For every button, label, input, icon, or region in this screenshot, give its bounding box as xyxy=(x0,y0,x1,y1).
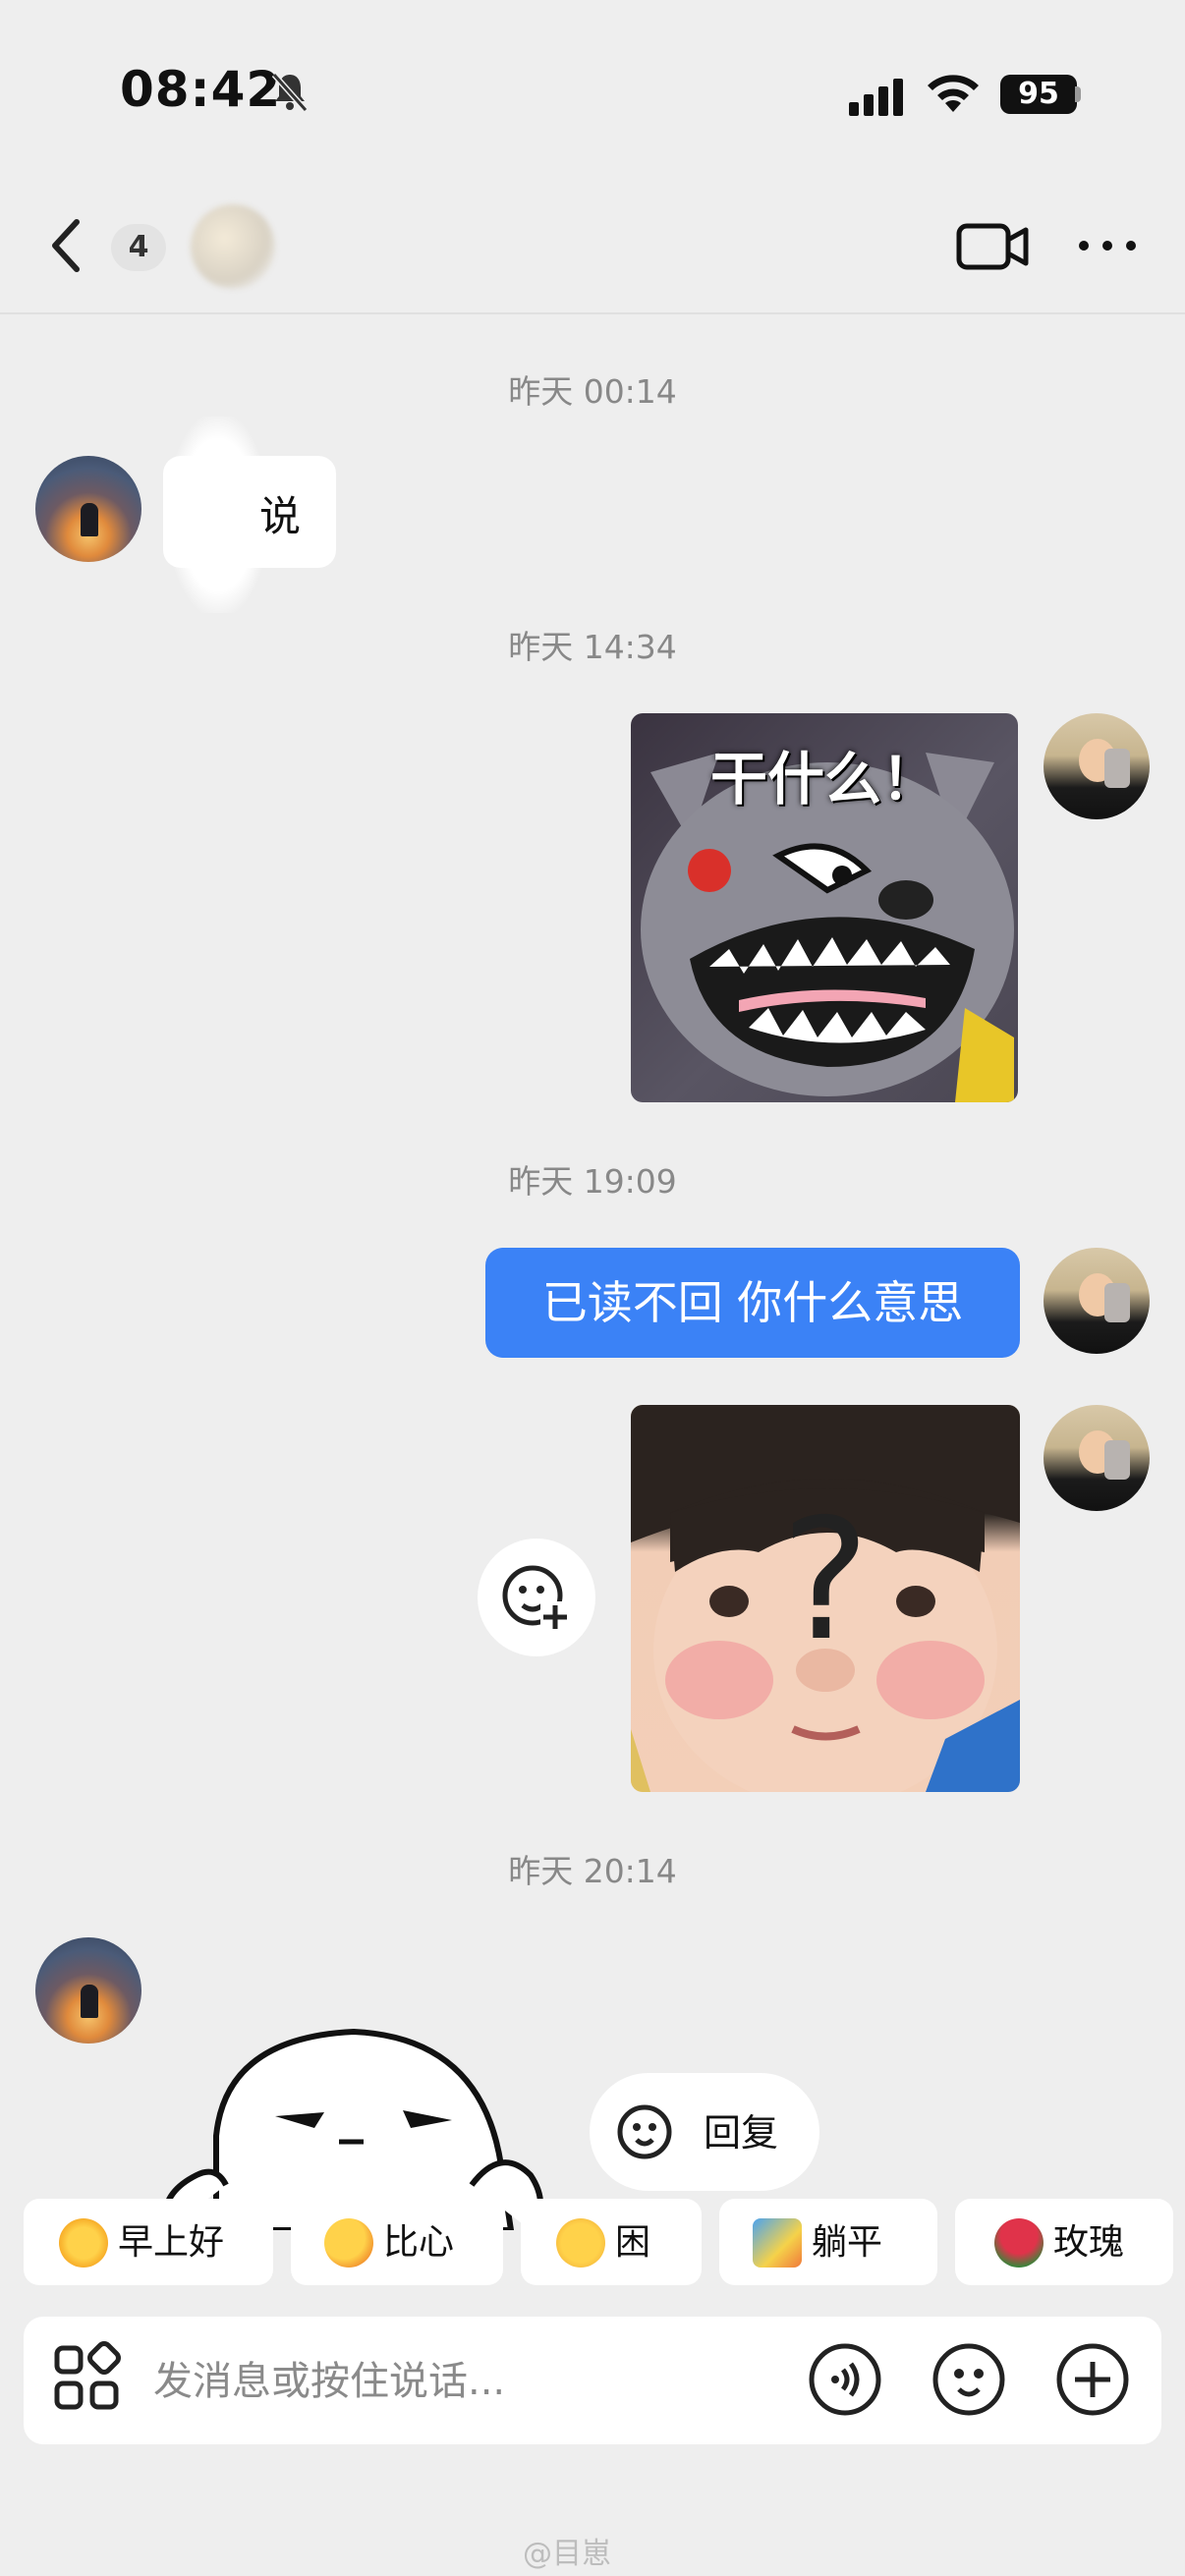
sleepy-face-emoji-icon xyxy=(556,2218,605,2268)
plus-icon[interactable] xyxy=(1053,2340,1132,2419)
quick-reply-label: 玫瑰 xyxy=(1053,2222,1125,2263)
reply-label: 回复 xyxy=(704,2111,779,2155)
quick-reply-label: 比心 xyxy=(383,2222,455,2263)
mute-bell-icon xyxy=(271,73,309,112)
friend-avatar[interactable] xyxy=(35,1937,141,2044)
quick-reply-chip[interactable]: 比心 xyxy=(291,2199,503,2285)
message-input[interactable] xyxy=(151,2344,804,2419)
my-avatar[interactable] xyxy=(1044,713,1150,819)
rose-emoji-icon xyxy=(994,2218,1044,2268)
back-chevron-icon[interactable] xyxy=(43,214,90,277)
blur-smudge xyxy=(169,417,267,613)
heart-hand-emoji-icon xyxy=(324,2218,373,2268)
timestamp: 昨天 00:14 xyxy=(508,372,677,411)
incoming-message-bubble[interactable]: 说 xyxy=(163,417,336,613)
angry-wolf-sticker[interactable]: 干什么！ xyxy=(631,713,1018,1102)
message-input-bar xyxy=(24,2317,1161,2444)
question-mark-overlay: ? xyxy=(780,1484,871,1678)
watermark: @目崽 xyxy=(523,2537,611,2571)
battery-indicator: 95 xyxy=(1000,75,1077,114)
lying-flat-emoji-icon xyxy=(753,2218,802,2268)
contact-avatar[interactable] xyxy=(191,204,275,289)
quick-reply-label: 早上好 xyxy=(118,2222,225,2263)
more-options-icon[interactable] xyxy=(1076,236,1139,255)
cellular-signal-icon xyxy=(849,79,903,116)
confused-girl-sticker[interactable]: ? xyxy=(631,1405,1020,1792)
unread-count-badge[interactable]: 4 xyxy=(111,224,166,271)
apps-grid-icon[interactable] xyxy=(49,2340,128,2419)
emoji-icon[interactable] xyxy=(930,2340,1008,2419)
wifi-icon xyxy=(928,75,979,112)
smile-reply-icon xyxy=(617,2104,672,2159)
quick-reply-chip[interactable]: 早上好 xyxy=(24,2199,273,2285)
timestamp: 昨天 14:34 xyxy=(508,628,677,666)
quick-reply-chip[interactable]: 躺平 xyxy=(719,2199,937,2285)
battery-tip xyxy=(1075,86,1081,102)
reply-button[interactable]: 回复 xyxy=(590,2073,819,2191)
quick-reply-label: 困 xyxy=(615,2222,651,2263)
quick-reply-chip[interactable]: 困 xyxy=(521,2199,702,2285)
video-call-icon[interactable] xyxy=(955,218,1030,273)
my-avatar[interactable] xyxy=(1044,1248,1150,1354)
timestamp: 昨天 19:09 xyxy=(508,1162,677,1201)
sun-sunglasses-emoji-icon xyxy=(59,2218,108,2268)
outgoing-message-bubble[interactable]: 已读不回 你什么意思 xyxy=(485,1248,1020,1358)
status-time: 08:42 xyxy=(120,61,282,118)
sticker-caption: 干什么！ xyxy=(709,746,938,812)
voice-input-icon[interactable] xyxy=(806,2340,884,2419)
quick-reply-chip[interactable]: 玫瑰 xyxy=(955,2199,1173,2285)
quick-reply-label: 躺平 xyxy=(812,2222,883,2263)
incoming-message-text: 说 xyxy=(259,492,302,540)
add-sticker-icon xyxy=(502,1565,570,1631)
add-sticker-button[interactable] xyxy=(478,1539,595,1656)
friend-avatar[interactable] xyxy=(35,456,141,562)
timestamp: 昨天 20:14 xyxy=(508,1852,677,1890)
my-avatar[interactable] xyxy=(1044,1405,1150,1511)
